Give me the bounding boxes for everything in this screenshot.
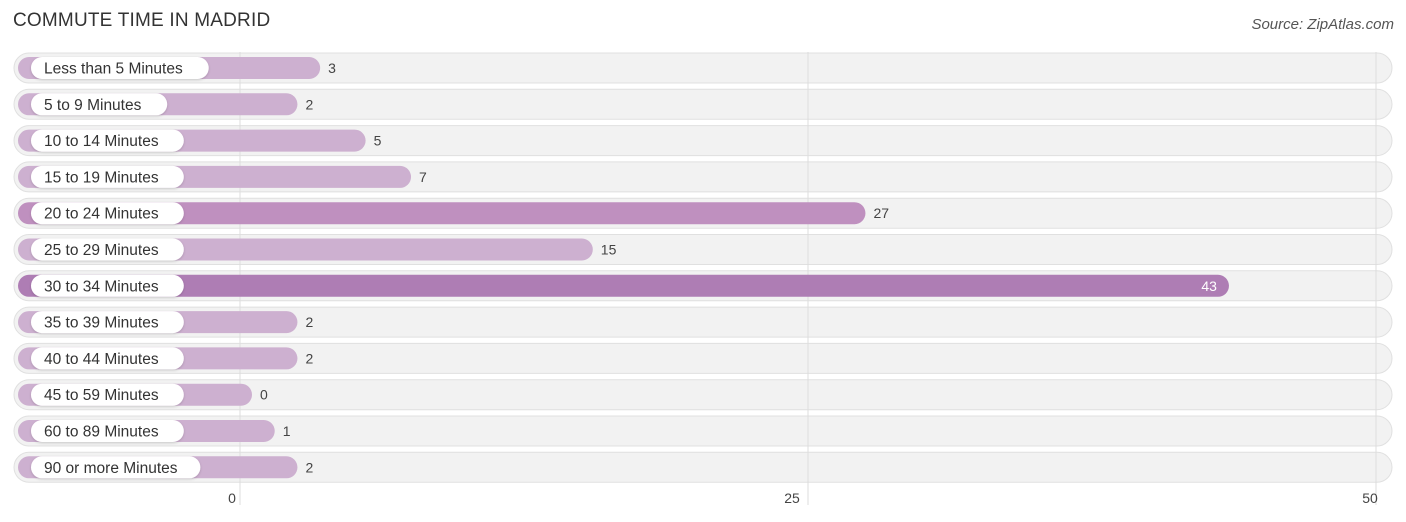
category-label: 10 to 14 Minutes xyxy=(44,133,159,150)
bar-row: 20 to 24 Minutes 27 xyxy=(18,202,889,225)
bar-row: 30 to 34 Minutes 43 xyxy=(18,274,1229,297)
bar xyxy=(18,274,1229,297)
category-label: 35 to 39 Minutes xyxy=(44,315,159,332)
bar-row: 25 to 29 Minutes 15 xyxy=(18,238,617,261)
category-label: 30 to 34 Minutes xyxy=(44,278,159,295)
value-label: 7 xyxy=(419,169,427,185)
category-label: 40 to 44 Minutes xyxy=(44,351,159,368)
bar-row: 60 to 89 Minutes 1 xyxy=(18,420,291,442)
bar-row: Less than 5 Minutes 3 xyxy=(18,57,336,79)
category-label: 15 to 19 Minutes xyxy=(44,169,159,186)
bar-row: 40 to 44 Minutes 2 xyxy=(18,347,313,370)
value-label: 2 xyxy=(305,96,313,112)
bar-row: 35 to 39 Minutes 2 xyxy=(18,311,313,334)
category-label: 5 to 9 Minutes xyxy=(44,97,142,114)
category-label: 20 to 24 Minutes xyxy=(44,206,159,223)
category-label: 60 to 89 Minutes xyxy=(44,424,159,441)
bar-row: 15 to 19 Minutes 7 xyxy=(18,165,427,188)
bar-row: 90 or more Minutes 2 xyxy=(18,456,313,479)
value-label: 2 xyxy=(305,314,313,330)
value-label: 43 xyxy=(1201,278,1217,294)
category-label: Less than 5 Minutes xyxy=(44,61,183,78)
x-tick-label: 50 xyxy=(1362,490,1378,506)
bar-row: 45 to 59 Minutes 0 xyxy=(18,383,268,406)
value-label: 27 xyxy=(873,205,889,221)
bar-row: 10 to 14 Minutes 5 xyxy=(18,129,382,152)
category-label: 90 or more Minutes xyxy=(44,460,178,477)
value-label: 2 xyxy=(305,350,313,366)
x-tick-label: 25 xyxy=(784,490,800,506)
value-label: 2 xyxy=(305,459,313,475)
x-tick-label: 0 xyxy=(228,490,236,506)
value-label: 0 xyxy=(260,387,268,403)
value-label: 3 xyxy=(328,60,336,76)
bar-row: 5 to 9 Minutes 2 xyxy=(18,93,313,116)
category-label: 45 to 59 Minutes xyxy=(44,387,159,404)
value-label: 5 xyxy=(374,133,382,149)
value-label: 1 xyxy=(283,423,291,439)
bar-chart: Less than 5 Minutes 3 5 to 9 Minutes 2 10 to… xyxy=(13,52,1393,506)
value-label: 15 xyxy=(601,242,617,258)
category-label: 25 to 29 Minutes xyxy=(44,242,159,259)
